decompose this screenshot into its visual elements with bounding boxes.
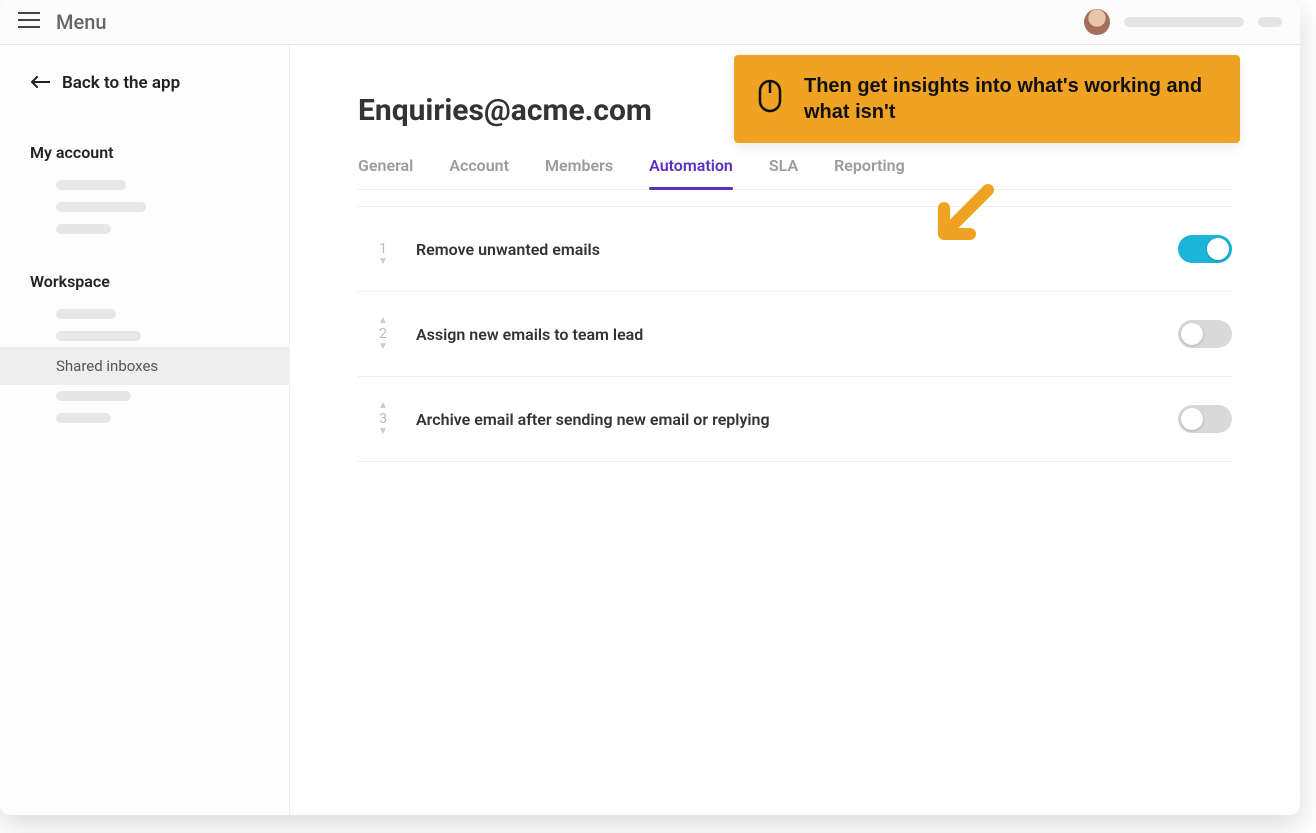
rule-toggle[interactable] bbox=[1178, 405, 1232, 433]
tab-sla[interactable]: SLA bbox=[769, 156, 798, 189]
tab-account[interactable]: Account bbox=[449, 156, 509, 189]
back-to-app-link[interactable]: Back to the app bbox=[0, 73, 289, 129]
callout-tooltip: Then get insights into what's working an… bbox=[734, 55, 1240, 143]
hamburger-icon[interactable] bbox=[18, 12, 40, 32]
move-up-icon[interactable]: ▲ bbox=[378, 403, 388, 409]
tab-members[interactable]: Members bbox=[545, 156, 613, 189]
avatar[interactable] bbox=[1084, 9, 1110, 35]
arrow-down-left-icon bbox=[930, 178, 1000, 252]
sidebar-skeleton bbox=[0, 174, 289, 196]
rule-order: ▲ 3 ▼ bbox=[358, 403, 408, 435]
sidebar-skeleton bbox=[0, 385, 289, 407]
rule-row: ▲ 2 ▼ Assign new emails to team lead bbox=[358, 292, 1232, 377]
placeholder-pill bbox=[1258, 17, 1282, 27]
callout-text: Then get insights into what's working an… bbox=[804, 73, 1216, 125]
sidebar-item-shared-inboxes[interactable]: Shared inboxes bbox=[0, 347, 289, 385]
main: Enquiries@acme.com GeneralAccountMembers… bbox=[290, 45, 1300, 815]
app-window: Menu Back to the app My account Workspac… bbox=[0, 0, 1300, 815]
mouse-icon bbox=[758, 79, 782, 120]
move-down-icon[interactable]: ▼ bbox=[378, 429, 388, 435]
rule-index: 2 bbox=[379, 326, 387, 342]
sidebar-skeleton bbox=[0, 196, 289, 218]
topbar-right bbox=[1084, 9, 1282, 35]
rule-order: ▲ 2 ▼ bbox=[358, 318, 408, 350]
sidebar-section-workspace: Workspace bbox=[0, 258, 289, 303]
sidebar-section-account: My account bbox=[0, 129, 289, 174]
rules-list: ▲ 1 ▼ Remove unwanted emails ▲ 2 ▼ Assign new e… bbox=[358, 206, 1232, 462]
rule-order: ▲1▼ bbox=[358, 233, 408, 265]
menu-label: Menu bbox=[56, 10, 106, 34]
sidebar-skeleton bbox=[0, 303, 289, 325]
topbar: Menu bbox=[0, 0, 1300, 45]
move-down-icon[interactable]: ▼ bbox=[378, 259, 388, 265]
sidebar-skeleton bbox=[0, 407, 289, 429]
rule-label: Archive email after sending new email or… bbox=[408, 410, 1178, 429]
topbar-left: Menu bbox=[18, 10, 106, 34]
placeholder-pill bbox=[1124, 17, 1244, 27]
tabs: General Account Members Automation SLA Report… bbox=[358, 156, 1232, 190]
rule-index: 3 bbox=[379, 411, 387, 427]
move-up-icon[interactable]: ▲ bbox=[378, 318, 388, 324]
body: Back to the app My account Workspace Sha… bbox=[0, 45, 1300, 815]
rule-toggle[interactable] bbox=[1178, 235, 1232, 263]
arrow-left-icon bbox=[30, 73, 50, 93]
rule-index: 1 bbox=[379, 241, 387, 257]
tab-reporting[interactable]: Reporting bbox=[834, 156, 905, 189]
rule-label: Assign new emails to team lead bbox=[408, 325, 1178, 344]
sidebar-skeleton bbox=[0, 218, 289, 240]
rule-row: ▲ 3 ▼ Archive email after sending new email… bbox=[358, 377, 1232, 462]
sidebar: Back to the app My account Workspace Sha… bbox=[0, 45, 290, 815]
rule-label: Remove unwanted emails bbox=[408, 240, 1178, 259]
tab-general[interactable]: General bbox=[358, 156, 413, 189]
rule-toggle[interactable] bbox=[1178, 320, 1232, 348]
back-label: Back to the app bbox=[62, 73, 180, 93]
sidebar-skeleton bbox=[0, 325, 289, 347]
tab-automation[interactable]: Automation bbox=[649, 156, 733, 189]
move-down-icon[interactable]: ▼ bbox=[378, 344, 388, 350]
rule-row: ▲1▼Remove unwanted emails bbox=[358, 206, 1232, 292]
